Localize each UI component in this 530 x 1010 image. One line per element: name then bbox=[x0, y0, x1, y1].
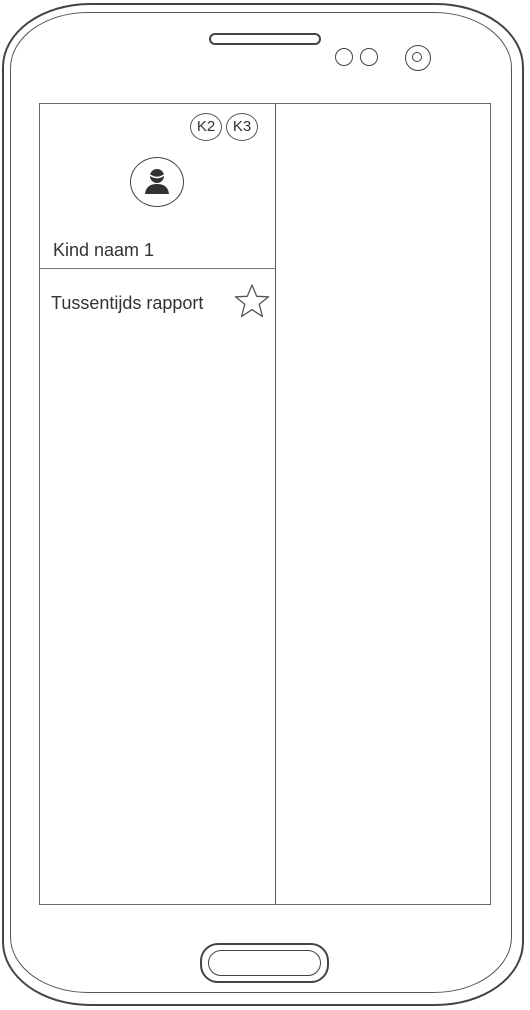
star-icon[interactable] bbox=[234, 283, 270, 319]
front-camera-icon bbox=[405, 45, 431, 71]
screen: K2 K3 Kind naam 1 Tussentijds rapport bbox=[39, 103, 491, 905]
proximity-sensor bbox=[335, 48, 353, 66]
light-sensor bbox=[360, 48, 378, 66]
badge-k2[interactable]: K2 bbox=[190, 113, 222, 141]
user-avatar-icon[interactable] bbox=[130, 157, 184, 207]
menu-item-label: Tussentijds rapport bbox=[51, 293, 204, 313]
home-button[interactable] bbox=[200, 943, 329, 983]
child-header[interactable]: K2 K3 Kind naam 1 bbox=[40, 104, 275, 269]
detail-pane bbox=[276, 104, 490, 904]
child-panel: K2 K3 Kind naam 1 Tussentijds rapport bbox=[40, 104, 276, 904]
speaker-grille bbox=[209, 33, 321, 45]
child-name: Kind naam 1 bbox=[53, 240, 155, 260]
badge-k3[interactable]: K3 bbox=[226, 113, 258, 141]
